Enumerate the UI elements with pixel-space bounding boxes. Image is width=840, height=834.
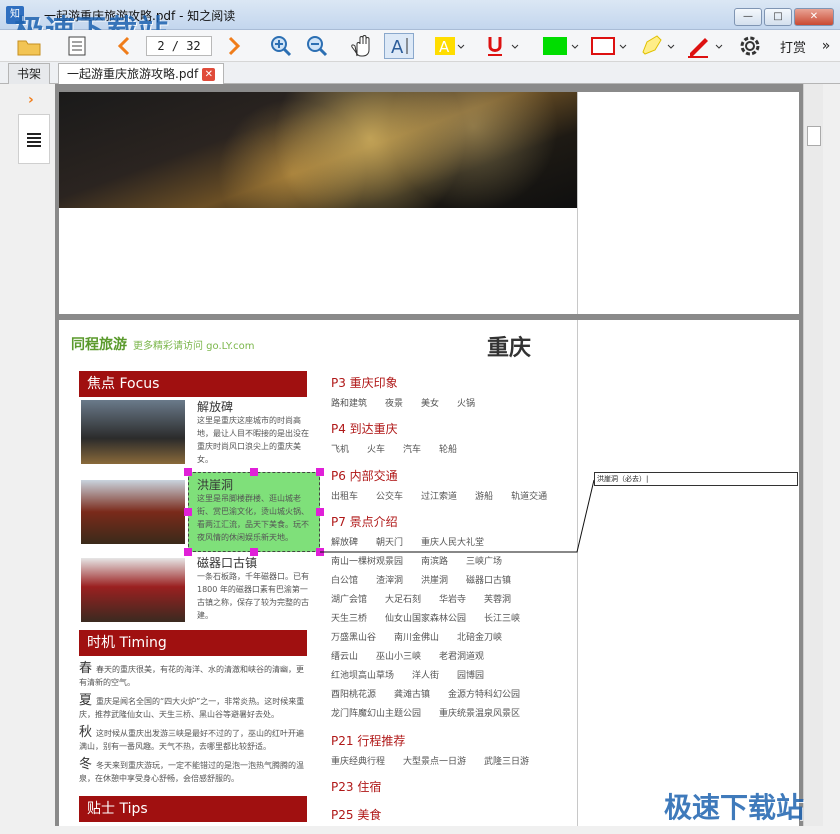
hand-tool-icon[interactable] [348, 33, 376, 59]
fill-color-icon[interactable] [540, 33, 580, 59]
scrollbar-thumb[interactable] [807, 126, 821, 146]
pen-icon[interactable] [684, 33, 724, 59]
tab-label: 书架 [17, 67, 42, 81]
close-button[interactable]: ✕ [794, 8, 834, 26]
page-number-input[interactable]: 2 / 32 [146, 36, 212, 56]
prev-page-icon[interactable] [114, 33, 134, 59]
toolbar-more-button[interactable]: » [818, 33, 834, 59]
text-select-icon[interactable]: A [384, 33, 414, 59]
sidebar-expand-icon[interactable]: › [28, 92, 34, 108]
maximize-button[interactable]: □ [764, 8, 792, 26]
tab-bar: 书架 一起游重庆旅游攻略.pdf ✕ [0, 62, 840, 84]
tab-document[interactable]: 一起游重庆旅游攻略.pdf ✕ [58, 63, 225, 84]
toc-list-icon[interactable] [64, 33, 90, 59]
svg-text:A: A [439, 38, 450, 56]
document-viewer[interactable]: 同程旅游 更多精彩请访问 go.LY.com 重庆 焦点 Focus 解放碑 这里… [55, 84, 803, 826]
tab-bookshelf[interactable]: 书架 [8, 63, 51, 84]
settings-gear-icon[interactable] [736, 33, 764, 59]
annotation-note-input[interactable]: 洪崖洞（必去）| [594, 472, 798, 486]
open-folder-icon[interactable] [14, 33, 44, 59]
annotation-connector-line [320, 479, 595, 553]
watermark-bottom: 极速下载站 [664, 791, 805, 824]
sidebar: › [8, 84, 52, 826]
pdf-page-1 [59, 92, 799, 314]
pdf-page-2: 同程旅游 更多精彩请访问 go.LY.com 重庆 焦点 Focus 解放碑 这里… [59, 320, 799, 826]
zoom-out-icon[interactable] [304, 33, 330, 59]
next-page-icon[interactable] [224, 33, 244, 59]
svg-text:A: A [391, 37, 404, 57]
highlighter-icon[interactable] [636, 33, 676, 59]
zoom-in-icon[interactable] [268, 33, 294, 59]
minimize-button[interactable]: — [734, 8, 762, 26]
vertical-scrollbar[interactable] [803, 84, 823, 826]
toolbar: 2 / 32 A A 打赏 » [0, 30, 840, 62]
text-highlight-icon[interactable]: A [432, 33, 466, 59]
reward-button[interactable]: 打赏 [776, 33, 810, 59]
outline-list-icon[interactable] [18, 114, 50, 164]
night-city-photo [59, 92, 577, 208]
rectangle-icon[interactable] [588, 33, 628, 59]
underline-icon[interactable] [484, 33, 520, 59]
tab-close-icon[interactable]: ✕ [202, 68, 216, 81]
tab-label: 一起游重庆旅游攻略.pdf [67, 67, 199, 81]
